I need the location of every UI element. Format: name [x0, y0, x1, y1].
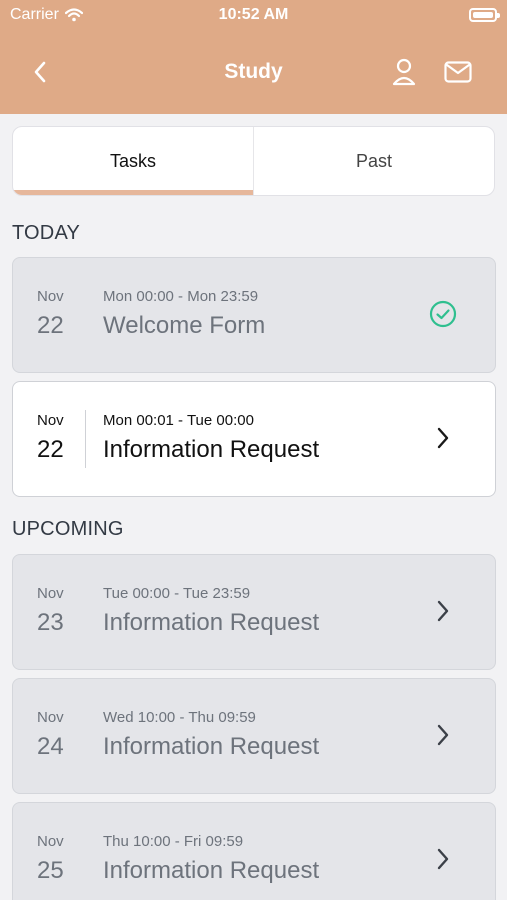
task-card[interactable]: Nov 24 Wed 10:00 - Thu 09:59 Information… — [12, 678, 496, 794]
status-time: 10:52 AM — [218, 6, 289, 23]
chevron-right-icon — [437, 724, 449, 746]
person-icon — [392, 58, 416, 86]
task-divider — [85, 410, 86, 468]
task-month: Nov — [37, 288, 64, 305]
app-header: Carrier 10:52 AM Study — [0, 0, 507, 114]
tab-past[interactable]: Past — [254, 127, 494, 195]
task-month: Nov — [37, 833, 64, 850]
task-title: Welcome Form — [103, 312, 266, 339]
task-day: 25 — [37, 857, 64, 884]
page-title: Study — [224, 60, 283, 83]
chevron-right-icon — [437, 427, 449, 449]
completed-indicator — [425, 296, 461, 332]
check-circle-icon — [429, 300, 457, 328]
task-day: 22 — [37, 436, 64, 463]
task-card[interactable]: Nov 23 Tue 00:00 - Tue 23:59 Information… — [12, 554, 496, 670]
chevron-right-icon — [437, 600, 449, 622]
status-bar: Carrier 10:52 AM — [0, 0, 507, 32]
task-month: Nov — [37, 585, 64, 602]
navigation-bar: Study — [0, 40, 507, 104]
task-time-range: Mon 00:01 - Tue 00:00 — [103, 412, 254, 429]
task-title: Information Request — [103, 733, 320, 760]
chevron-right-icon — [437, 848, 449, 870]
task-month: Nov — [37, 412, 64, 429]
mail-icon — [444, 61, 472, 83]
task-time-range: Mon 00:00 - Mon 23:59 — [103, 288, 259, 305]
messages-button[interactable] — [440, 54, 476, 90]
task-card[interactable]: Nov 22 Mon 00:01 - Tue 00:00 Information… — [12, 381, 496, 497]
task-tabs: Tasks Past — [12, 126, 495, 196]
task-title: Information Request — [103, 857, 320, 884]
task-time-range: Thu 10:00 - Fri 09:59 — [103, 833, 244, 850]
task-card[interactable]: Nov 25 Thu 10:00 - Fri 09:59 Information… — [12, 802, 496, 900]
task-month: Nov — [37, 709, 64, 726]
task-title: Information Request — [103, 609, 320, 636]
profile-button[interactable] — [386, 54, 422, 90]
task-card[interactable]: Nov 22 Mon 00:00 - Mon 23:59 Welcome For… — [12, 257, 496, 373]
open-task-button[interactable] — [425, 717, 461, 753]
section-today-heading: TODAY — [12, 222, 81, 244]
task-day: 23 — [37, 609, 64, 636]
task-time-range: Wed 10:00 - Thu 09:59 — [103, 709, 256, 726]
tab-tasks[interactable]: Tasks — [13, 127, 254, 195]
task-day: 22 — [37, 312, 64, 339]
open-task-button[interactable] — [425, 593, 461, 629]
section-upcoming-heading: UPCOMING — [12, 518, 124, 540]
task-time-range: Tue 00:00 - Tue 23:59 — [103, 585, 251, 602]
task-title: Information Request — [103, 436, 320, 463]
open-task-button[interactable] — [425, 841, 461, 877]
task-day: 24 — [37, 733, 64, 760]
open-task-button[interactable] — [425, 420, 461, 456]
battery-icon — [469, 8, 500, 22]
